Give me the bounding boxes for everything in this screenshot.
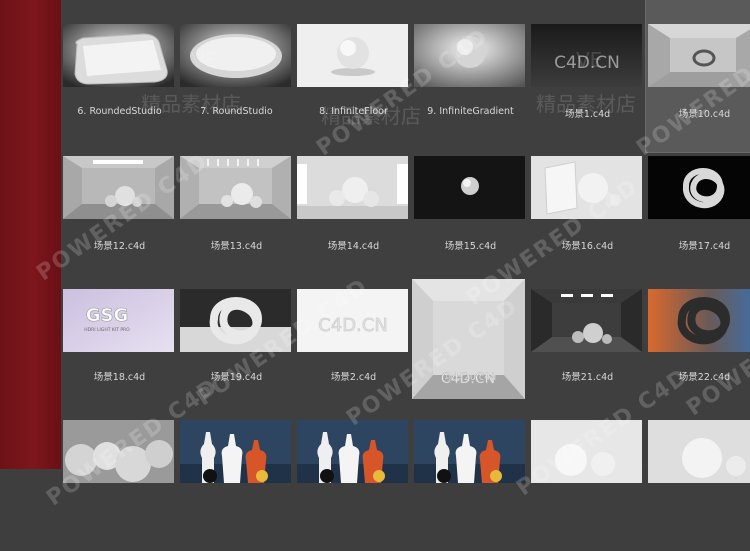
asset-thumbnail [297, 156, 408, 219]
sidebar-panel [0, 0, 62, 469]
asset-thumbnail [414, 420, 525, 483]
asset-thumbnail [63, 24, 174, 87]
asset-tile[interactable]: 场景19.c4d [178, 289, 295, 420]
asset-thumbnail [180, 289, 291, 352]
asset-thumbnail [648, 156, 750, 219]
asset-label: 场景13.c4d [210, 241, 263, 252]
asset-label: 场景20.c4d [444, 372, 497, 383]
asset-thumbnail [531, 156, 642, 219]
asset-label: 场景14.c4d [327, 241, 380, 252]
asset-tile[interactable]: 9. InfiniteGradient [412, 24, 529, 155]
asset-thumbnail: C4D.CN [297, 289, 408, 352]
svg-text:C4D.CN: C4D.CN [554, 53, 620, 73]
asset-tile[interactable]: C4D.CN 场景20.c4d [412, 279, 529, 420]
asset-thumbnail [63, 156, 174, 219]
asset-label: 场景22.c4d [678, 372, 731, 383]
asset-thumbnail [648, 289, 750, 352]
asset-tile[interactable] [412, 420, 529, 551]
asset-tile[interactable]: 8. InfiniteFloor [295, 24, 412, 155]
asset-label: 场景10.c4d [678, 109, 731, 120]
asset-thumbnail [297, 24, 408, 87]
asset-tile[interactable]: 场景16.c4d [529, 156, 646, 287]
asset-label: 场景1.c4d [564, 109, 611, 120]
asset-label: 场景16.c4d [561, 241, 614, 252]
asset-thumbnail [531, 420, 642, 483]
asset-thumbnail [414, 156, 525, 219]
asset-tile[interactable] [178, 420, 295, 551]
asset-label: 场景19.c4d [210, 372, 263, 383]
asset-thumbnail [648, 420, 750, 483]
asset-thumbnail [180, 24, 291, 87]
asset-thumbnail [414, 24, 525, 87]
asset-thumbnail [180, 420, 291, 483]
asset-label: 9. InfiniteGradient [427, 106, 514, 117]
asset-tile[interactable]: 6. RoundedStudio [61, 24, 178, 155]
asset-label: 场景17.c4d [678, 241, 731, 252]
asset-thumbnail [531, 289, 642, 352]
asset-thumbnail [648, 24, 750, 87]
asset-label: 场景21.c4d [561, 372, 614, 383]
asset-tile[interactable]: C4D.CN 场景1.c4d [529, 24, 646, 155]
asset-tile[interactable]: C4D.CN 场景2.c4d [295, 289, 412, 420]
asset-label: 场景2.c4d [330, 372, 377, 383]
asset-thumbnail [180, 156, 291, 219]
asset-thumbnail: GSG HDRI LIGHT KIT PRO [63, 289, 174, 352]
asset-label: 6. RoundedStudio [77, 106, 162, 117]
svg-text:C4D.CN: C4D.CN [318, 315, 388, 336]
asset-tile[interactable]: 场景14.c4d [295, 156, 412, 287]
asset-tile[interactable]: 7. RoundStudio [178, 24, 295, 155]
asset-tile[interactable] [61, 420, 178, 551]
asset-tile[interactable]: 场景10.c4d [645, 0, 750, 153]
asset-tile[interactable]: 场景12.c4d [61, 156, 178, 287]
asset-tile[interactable]: 场景13.c4d [178, 156, 295, 287]
asset-tile[interactable]: 场景15.c4d [412, 156, 529, 287]
asset-tile[interactable] [529, 420, 646, 551]
asset-label: 8. InfiniteFloor [319, 106, 388, 117]
asset-label: 7. RoundStudio [200, 106, 273, 117]
asset-thumbnail [297, 420, 408, 483]
svg-text:HDRI LIGHT KIT PRO: HDRI LIGHT KIT PRO [84, 327, 130, 333]
asset-tile[interactable] [646, 420, 750, 551]
asset-tile[interactable]: 场景17.c4d [646, 156, 750, 287]
content-browser-grid[interactable]: 6. RoundedStudio 7. RoundStudio 8. Infin… [32, 0, 750, 511]
asset-thumbnail: C4D.CN [531, 24, 642, 87]
asset-thumbnail [63, 420, 174, 483]
asset-tile[interactable]: 场景21.c4d [529, 289, 646, 420]
svg-text:GSG: GSG [86, 305, 129, 326]
asset-label: 场景18.c4d [93, 372, 146, 383]
asset-tile[interactable]: 场景22.c4d [646, 289, 750, 420]
asset-label: 场景15.c4d [444, 241, 497, 252]
asset-tile[interactable] [295, 420, 412, 551]
asset-tile[interactable]: GSG HDRI LIGHT KIT PRO 场景18.c4d [61, 289, 178, 420]
asset-label: 场景12.c4d [93, 241, 146, 252]
